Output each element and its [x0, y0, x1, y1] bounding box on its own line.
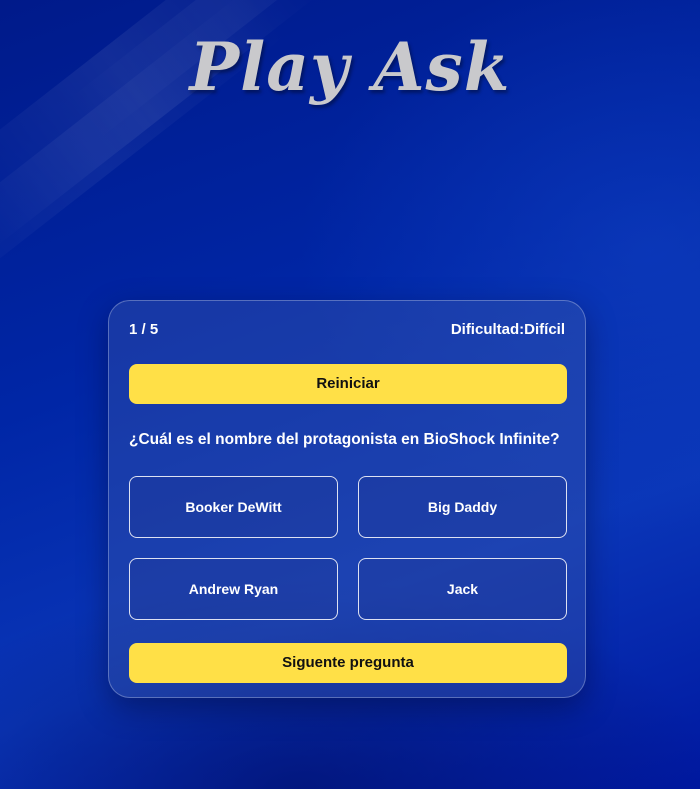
- question-text: ¿Cuál es el nombre del protagonista en B…: [129, 431, 560, 448]
- answer-option-3[interactable]: Andrew Ryan: [129, 558, 338, 620]
- answer-option-4[interactable]: Jack: [358, 558, 567, 620]
- answer-option-1[interactable]: Booker DeWitt: [129, 476, 338, 538]
- question-progress: 1 / 5: [129, 321, 159, 338]
- answer-option-2[interactable]: Big Daddy: [358, 476, 567, 538]
- difficulty-indicator: Dificultad: Difícil: [451, 321, 565, 338]
- difficulty-value: Difícil: [524, 321, 565, 338]
- quiz-header: 1 / 5 Dificultad: Difícil: [129, 321, 565, 338]
- quiz-card: 1 / 5 Dificultad: Difícil Reiniciar ¿Cuá…: [108, 300, 586, 698]
- difficulty-label: Dificultad:: [450, 321, 525, 338]
- restart-button[interactable]: Reiniciar: [129, 364, 567, 404]
- next-question-button[interactable]: Siguente pregunta: [129, 643, 567, 683]
- answer-options: Booker DeWitt Big Daddy Andrew Ryan Jack: [129, 476, 567, 620]
- app-title: Play Ask: [189, 28, 511, 106]
